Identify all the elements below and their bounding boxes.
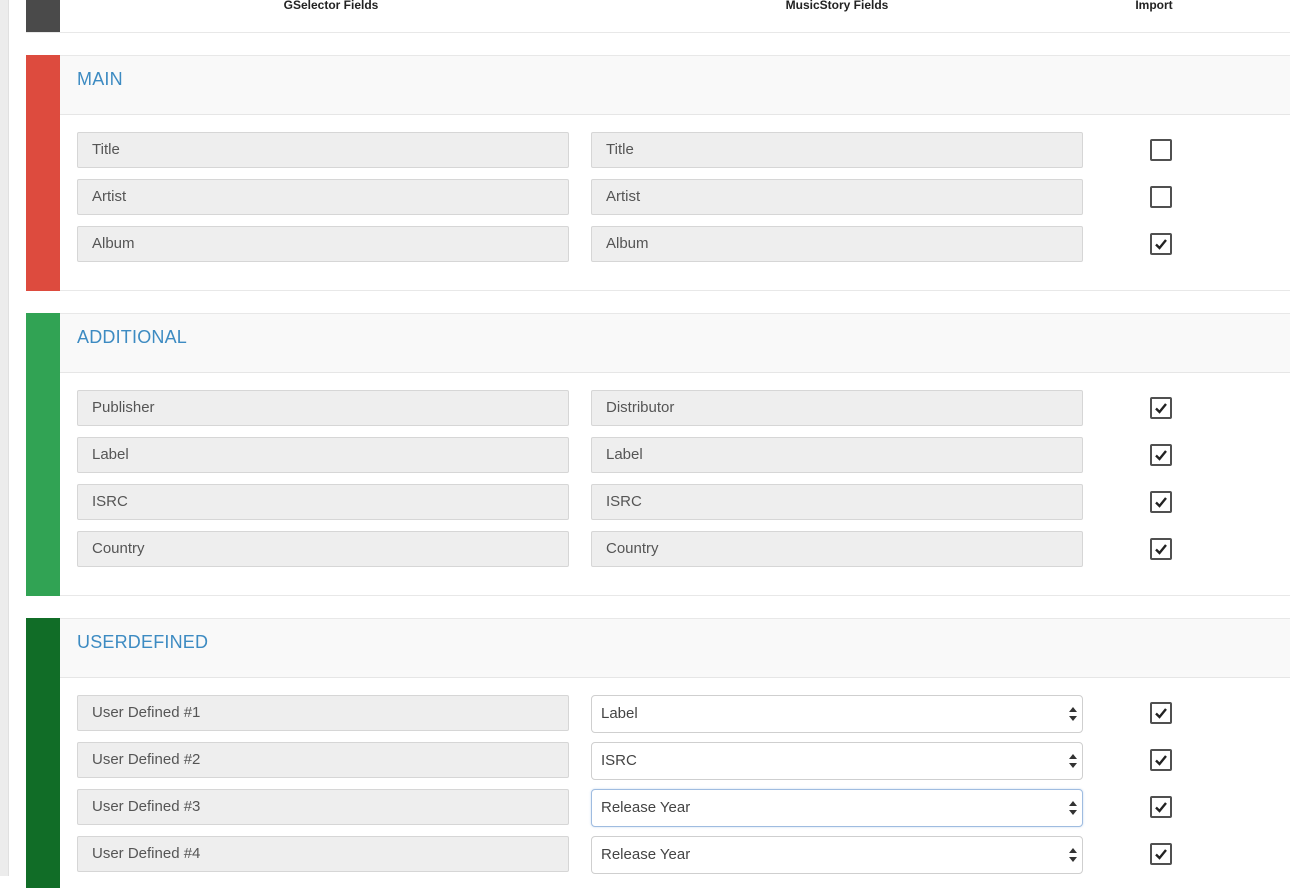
section-additional-panel: ADDITIONAL Publisher Distributor Label L… [60, 313, 1290, 596]
checkmark-icon [1155, 708, 1167, 719]
musicstory-field-distributor: Distributor [591, 390, 1083, 426]
musicstory-field-isrc: ISRC [591, 484, 1083, 520]
header-import: Import [1135, 0, 1173, 12]
select-value: Label [601, 705, 638, 722]
gselector-field-album: Album [77, 226, 569, 262]
section-additional-color-bar [26, 313, 60, 596]
section-main: MAIN Title Title Artist Artist Album Alb… [26, 55, 1290, 291]
gselector-field-country: Country [77, 531, 569, 567]
checkmark-icon [1155, 755, 1167, 766]
import-checkbox-label[interactable] [1150, 444, 1172, 466]
musicstory-select-user-defined-3[interactable]: Release Year [591, 789, 1083, 827]
select-arrows-icon [1069, 848, 1077, 862]
section-userdefined-color-bar [26, 618, 60, 888]
import-checkbox-user-defined-4[interactable] [1150, 843, 1172, 865]
section-title: USERDEFINED [77, 632, 209, 652]
musicstory-field-country: Country [591, 531, 1083, 567]
gselector-field-user-defined-1: User Defined #1 [77, 695, 569, 731]
column-header: GSelector Fields MusicStory Fields Impor… [26, 0, 1290, 33]
section-main-header: MAIN [60, 56, 1290, 115]
checkmark-icon [1155, 802, 1167, 813]
left-gutter [0, 0, 9, 876]
section-additional-header: ADDITIONAL [60, 314, 1290, 373]
select-value: Release Year [601, 846, 691, 863]
musicstory-field-album: Album [591, 226, 1083, 262]
gselector-field-artist: Artist [77, 179, 569, 215]
section-userdefined-header: USERDEFINED [60, 619, 1290, 678]
checkmark-icon [1155, 239, 1167, 250]
header-swatch [26, 0, 60, 32]
import-checkbox-user-defined-1[interactable] [1150, 702, 1172, 724]
checkmark-icon [1155, 403, 1167, 414]
gselector-field-label: Label [77, 437, 569, 473]
section-title: MAIN [77, 69, 123, 89]
gselector-field-isrc: ISRC [77, 484, 569, 520]
import-checkbox-album[interactable] [1150, 233, 1172, 255]
import-checkbox-country[interactable] [1150, 538, 1172, 560]
checkmark-icon [1155, 497, 1167, 508]
import-checkbox-title[interactable] [1150, 139, 1172, 161]
checkmark-icon [1155, 544, 1167, 555]
musicstory-select-user-defined-4[interactable]: Release Year [591, 836, 1083, 874]
section-userdefined-panel: USERDEFINED User Defined #1 Label User D… [60, 618, 1290, 888]
section-additional: ADDITIONAL Publisher Distributor Label L… [26, 313, 1290, 596]
select-value: Release Year [601, 799, 691, 816]
import-checkbox-user-defined-2[interactable] [1150, 749, 1172, 771]
select-arrows-icon [1069, 707, 1077, 721]
gselector-field-publisher: Publisher [77, 390, 569, 426]
checkmark-icon [1155, 849, 1167, 860]
gselector-field-user-defined-4: User Defined #4 [77, 836, 569, 872]
checkmark-icon [1155, 450, 1167, 461]
gselector-field-title: Title [77, 132, 569, 168]
select-value: ISRC [601, 752, 637, 769]
musicstory-field-artist: Artist [591, 179, 1083, 215]
musicstory-select-user-defined-2[interactable]: ISRC [591, 742, 1083, 780]
section-userdefined: USERDEFINED User Defined #1 Label User D… [26, 618, 1290, 888]
import-checkbox-publisher[interactable] [1150, 397, 1172, 419]
select-arrows-icon [1069, 801, 1077, 815]
gselector-field-user-defined-3: User Defined #3 [77, 789, 569, 825]
section-main-color-bar [26, 55, 60, 291]
section-main-panel: MAIN Title Title Artist Artist Album Alb… [60, 55, 1290, 291]
musicstory-select-user-defined-1[interactable]: Label [591, 695, 1083, 733]
import-checkbox-isrc[interactable] [1150, 491, 1172, 513]
header-gselector-fields: GSelector Fields [283, 0, 379, 12]
header-musicstory-fields: MusicStory Fields [785, 0, 889, 12]
import-checkbox-artist[interactable] [1150, 186, 1172, 208]
select-arrows-icon [1069, 754, 1077, 768]
gselector-field-user-defined-2: User Defined #2 [77, 742, 569, 778]
section-title: ADDITIONAL [77, 327, 188, 347]
import-checkbox-user-defined-3[interactable] [1150, 796, 1172, 818]
musicstory-field-title: Title [591, 132, 1083, 168]
musicstory-field-label: Label [591, 437, 1083, 473]
